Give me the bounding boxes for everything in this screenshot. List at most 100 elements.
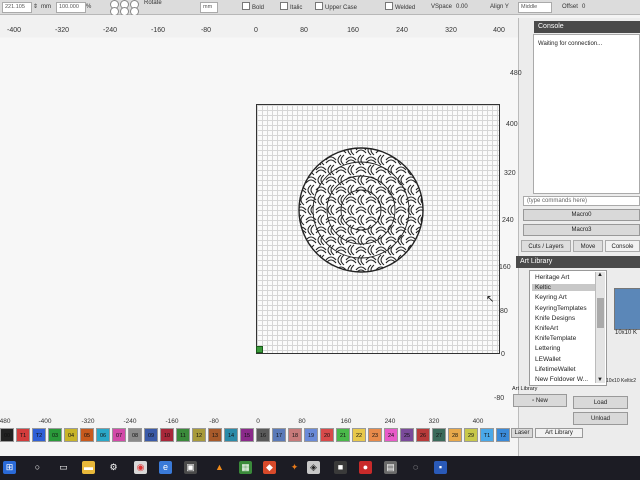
color-swatch-28[interactable]: 28 [448, 428, 462, 442]
start-icon[interactable]: ⊞ [3, 461, 16, 474]
checkbox-box[interactable] [385, 2, 393, 10]
art-library-item[interactable]: Keyring Art [535, 294, 567, 301]
thumb-caption: 10x10 K [615, 330, 638, 336]
color-swatch-29[interactable]: 29 [464, 428, 478, 442]
italic-checkbox[interactable]: Italic [280, 2, 302, 12]
welded-label: Welded [395, 5, 416, 11]
red-app-icon[interactable]: ◆ [263, 461, 276, 474]
command-input[interactable]: (type commands here) [523, 196, 640, 206]
settings-gear-icon[interactable]: ⚙ [107, 461, 120, 474]
art-library-item[interactable]: KnifeTemplate [535, 335, 576, 342]
color-swatch-06[interactable]: 06 [96, 428, 110, 442]
color-swatch-16[interactable]: 16 [256, 428, 270, 442]
color-swatch-13[interactable]: 13 [208, 428, 222, 442]
uppercase-checkbox[interactable]: Upper Case [315, 2, 357, 12]
file-explorer-icon[interactable]: ▬ [82, 461, 95, 474]
macro3-button[interactable]: Macro3 [523, 224, 640, 236]
color-swatch-23[interactable]: 23 [368, 428, 382, 442]
bold-checkbox[interactable]: Bold [242, 2, 264, 12]
color-swatch-15[interactable]: 15 [240, 428, 254, 442]
bottom-ruler-tick-label: 0 [256, 418, 260, 425]
unload-button[interactable]: Unload [573, 412, 628, 425]
tab-console[interactable]: Console [605, 240, 640, 252]
art-library-item[interactable]: Heritage Art [535, 274, 569, 281]
command-placeholder: (type commands here) [527, 198, 588, 204]
circle-app-icon[interactable]: ◌ [409, 461, 422, 474]
vspace-value[interactable]: 0.00 [456, 2, 468, 12]
color-swatch-03[interactable]: 03 [48, 428, 62, 442]
keltic-knot-design[interactable] [296, 145, 426, 275]
color-swatch-22[interactable]: 22 [352, 428, 366, 442]
color-swatch-25[interactable]: 25 [400, 428, 414, 442]
color-swatch-12[interactable]: 12 [192, 428, 206, 442]
color-swatch-21[interactable]: 21 [336, 428, 350, 442]
tab-laser[interactable]: Laser [511, 428, 533, 438]
color-swatch-07[interactable]: 07 [112, 428, 126, 442]
checkbox-box[interactable] [242, 2, 250, 10]
color-swatch-T1[interactable]: T1 [480, 428, 494, 442]
art-library-item[interactable]: New Foldover W... [535, 376, 588, 383]
macro0-button[interactable]: Macro0 [523, 209, 640, 221]
color-swatch-04[interactable]: 04 [64, 428, 78, 442]
color-swatch-08[interactable]: 08 [128, 428, 142, 442]
cube-app-icon[interactable]: ◈ [307, 461, 320, 474]
spreadsheet-app-icon[interactable]: ▦ [239, 461, 252, 474]
scale-input[interactable]: 100.000 [56, 2, 86, 13]
art-thumbnail[interactable] [614, 288, 640, 330]
art-library-item[interactable]: LifetimeWallet [535, 366, 576, 373]
color-swatch-19[interactable]: 19 [304, 428, 318, 442]
spinner-icon[interactable]: ⇕ [33, 2, 38, 12]
scroll-up-icon[interactable]: ▲ [597, 272, 603, 278]
offset-value[interactable]: 0 [582, 2, 585, 12]
color-swatch-09[interactable]: 09 [144, 428, 158, 442]
checkbox-box[interactable] [280, 2, 288, 10]
unit-right-select[interactable]: mm [200, 2, 218, 13]
scroll-thumb[interactable] [597, 298, 604, 328]
color-swatch-20[interactable]: 20 [320, 428, 334, 442]
color-swatch-00[interactable]: 00 [0, 428, 14, 442]
color-swatch-T1[interactable]: T1 [16, 428, 30, 442]
tab-art-library[interactable]: Art Library [535, 428, 583, 438]
new-button[interactable]: ▫ New [513, 394, 567, 407]
right-ruler-tick-label: -80 [494, 395, 505, 402]
color-swatch-10[interactable]: 10 [160, 428, 174, 442]
chrome-icon[interactable]: ◉ [134, 461, 147, 474]
width-input[interactable]: 221.105 [2, 2, 32, 13]
task-view-icon[interactable]: ▭ [57, 461, 70, 474]
window-app-icon[interactable]: ▤ [384, 461, 397, 474]
dark-app-icon[interactable]: ■ [334, 461, 347, 474]
color-swatch-T2[interactable]: T2 [32, 428, 46, 442]
art-library-item[interactable]: KeyringTemplates [535, 305, 587, 312]
color-swatch-14[interactable]: 14 [224, 428, 238, 442]
top-ruler-tick-label: 160 [347, 27, 359, 34]
art-library-item[interactable]: Lettering [535, 345, 560, 352]
align-select[interactable]: Middle [518, 2, 552, 13]
art-library-item[interactable]: KnifeArt [535, 325, 558, 332]
blue-app-icon[interactable]: ▪ [434, 461, 447, 474]
load-button[interactable]: Load [573, 396, 628, 409]
color-swatch-27[interactable]: 27 [432, 428, 446, 442]
console-header: Console [534, 21, 640, 33]
color-swatch-05[interactable]: 05 [80, 428, 94, 442]
art-list-scrollbar[interactable]: ▲ ▼ [595, 272, 605, 383]
tab-move[interactable]: Move [573, 240, 603, 252]
color-swatch-24[interactable]: 24 [384, 428, 398, 442]
scroll-down-icon[interactable]: ▼ [597, 377, 603, 383]
vlc-icon[interactable]: ▲ [213, 461, 226, 474]
art-library-item[interactable]: Keltic [532, 284, 595, 292]
color-swatch-26[interactable]: 26 [416, 428, 430, 442]
checkbox-box[interactable] [315, 2, 323, 10]
tab-cuts-layers[interactable]: Cuts / Layers [521, 240, 571, 252]
color-swatch-11[interactable]: 11 [176, 428, 190, 442]
color-swatch-18[interactable]: 18 [288, 428, 302, 442]
art-library-item[interactable]: Knife Designs [535, 315, 575, 322]
search-icon[interactable]: ○ [31, 461, 44, 474]
lightburn-icon[interactable]: ● [359, 461, 372, 474]
edge-icon[interactable]: e [159, 461, 172, 474]
art-library-item[interactable]: LEWallet [535, 356, 561, 363]
welded-checkbox[interactable]: Welded [385, 2, 415, 12]
blender-icon[interactable]: ✦ [288, 461, 301, 474]
color-swatch-T2[interactable]: T2 [496, 428, 510, 442]
color-swatch-17[interactable]: 17 [272, 428, 286, 442]
printer-app-icon[interactable]: ▣ [184, 461, 197, 474]
